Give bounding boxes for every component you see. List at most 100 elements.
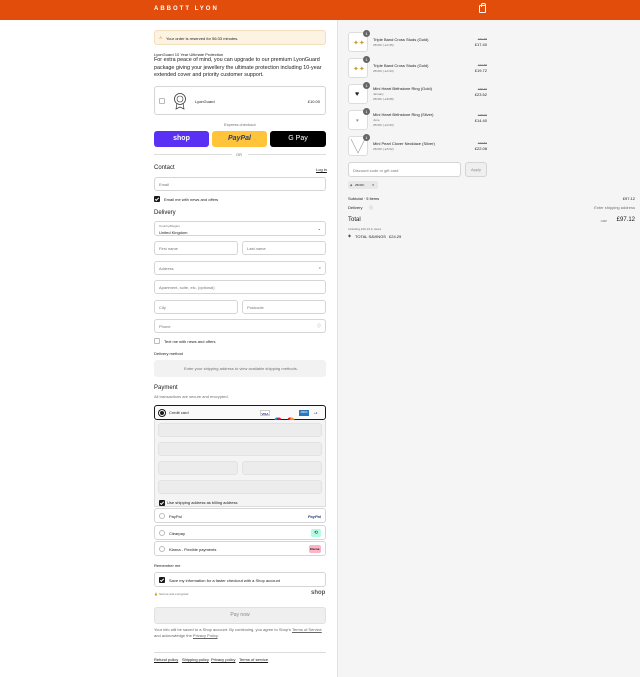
item-price: £19.72 bbox=[474, 68, 487, 73]
discount-tag-code: 25OFF bbox=[355, 183, 365, 187]
card-expiry-field[interactable] bbox=[158, 442, 322, 456]
remove-tag-icon[interactable]: × bbox=[372, 182, 374, 187]
paypal-option[interactable]: PayPal PayPal bbox=[154, 508, 326, 523]
last-name-field[interactable]: Last name bbox=[242, 241, 326, 255]
email-field[interactable]: Email bbox=[154, 177, 326, 191]
warning-icon: ⚠ bbox=[159, 35, 163, 40]
express-checkout-label: Express checkout bbox=[224, 122, 256, 127]
item-original-price: £27.60 bbox=[477, 141, 487, 145]
upsell-body: For extra peace of mind, you can upgrade… bbox=[154, 57, 322, 78]
city-field[interactable]: City bbox=[154, 300, 238, 314]
product-thumbnail: 1 bbox=[348, 134, 370, 156]
remember-box: Save my information for a faster checkou… bbox=[154, 572, 326, 587]
brand-logo[interactable]: ABBOTT LYON bbox=[154, 6, 219, 12]
product-thumbnail: ✦✦ 1 bbox=[348, 30, 370, 52]
item-price: £14.40 bbox=[474, 118, 487, 123]
pay-now-button[interactable]: Pay now bbox=[154, 607, 326, 624]
card-number-field[interactable] bbox=[158, 423, 322, 437]
order-summary: ✦✦ 1 Triple Band Cross Studs (Gold) 25OFF… bbox=[337, 20, 640, 677]
apartment-field[interactable]: Apartment, suite, etc. (optional) bbox=[154, 280, 326, 294]
total-savings-label: TOTAL SAVINGS bbox=[355, 234, 386, 239]
clearpay-option[interactable]: Clearpay ⟲ bbox=[154, 525, 326, 540]
google-pay-button[interactable]: G Pay bbox=[270, 131, 326, 147]
terms-of-service-footer-link[interactable]: Terms of service bbox=[239, 657, 268, 662]
klarna-logo-icon: Klarna. bbox=[309, 545, 321, 553]
remember-checkbox[interactable] bbox=[159, 577, 165, 583]
maestro-icon bbox=[273, 410, 283, 423]
item-price: £22.08 bbox=[474, 146, 487, 151]
clearpay-radio[interactable] bbox=[159, 530, 165, 536]
amex-icon: AMEX bbox=[299, 410, 309, 416]
billing-checkbox[interactable] bbox=[159, 500, 165, 506]
klarna-option[interactable]: Klarna - Flexible payments Klarna. bbox=[154, 541, 326, 556]
item-name: Mini Pearl Clover Necklace (Silver) bbox=[373, 141, 435, 146]
card-extra-field[interactable] bbox=[158, 480, 322, 494]
apply-discount-button[interactable]: Apply bbox=[465, 162, 487, 177]
item-name: Mini Heart Birthstone Ring (Silver) bbox=[373, 112, 434, 117]
clearpay-option-label: Clearpay bbox=[169, 531, 186, 536]
shop-logo: shop bbox=[311, 590, 326, 596]
email-news-checkbox[interactable] bbox=[154, 196, 160, 202]
phone-field[interactable]: Phone ⓘ bbox=[154, 319, 326, 333]
delivery-method-info: Enter your shipping address to view avai… bbox=[184, 366, 298, 371]
postcode-field[interactable]: Postcode bbox=[242, 300, 326, 314]
login-link[interactable]: Log in bbox=[316, 167, 327, 172]
text-news-checkbox[interactable] bbox=[154, 338, 160, 344]
product-thumbnail: ♥ 1 bbox=[348, 82, 370, 104]
postcode-placeholder: Postcode bbox=[247, 305, 264, 310]
more-cards-label: +4 bbox=[314, 411, 318, 415]
visa-icon: VISA bbox=[260, 410, 270, 416]
upsell-card[interactable]: LyonGuard £10.00 bbox=[154, 86, 326, 115]
delivery-heading: Delivery bbox=[154, 210, 176, 216]
item-original-price: £29.40 bbox=[477, 87, 487, 91]
line-item: ✦✦ 1 Triple Band Cross Studs (Gold) 25OFF… bbox=[348, 30, 487, 54]
upsell-checkbox[interactable] bbox=[159, 98, 165, 104]
line-item: ♥ 1 Mini Heart Birthstone Ring (Gold) Jan… bbox=[348, 82, 487, 106]
address-placeholder: Address bbox=[159, 266, 174, 271]
refund-policy-link[interactable]: Refund policy bbox=[154, 657, 178, 662]
item-original-price: £24.65 bbox=[477, 63, 487, 67]
terms-of-service-link[interactable]: Terms of Service bbox=[292, 627, 322, 632]
shipping-policy-link[interactable]: Shipping policy bbox=[182, 657, 209, 662]
terms-text-a: Your info will be saved to a Shop accoun… bbox=[154, 627, 292, 632]
item-variant: June bbox=[373, 118, 380, 122]
item-discount: 25OFF (-£5.52) bbox=[373, 147, 394, 151]
credit-card-option[interactable]: Credit card VISA AMEX +4 bbox=[154, 405, 326, 423]
country-select[interactable]: Country/Region United Kingdom ⌄ bbox=[154, 221, 326, 236]
card-name-field[interactable] bbox=[242, 461, 322, 475]
discount-code-input[interactable]: Discount code or gift card bbox=[348, 162, 461, 177]
divider bbox=[154, 154, 232, 155]
delivery-label: Delivery bbox=[348, 205, 363, 210]
help-icon[interactable]: ⓘ bbox=[317, 323, 321, 329]
phone-placeholder: Phone bbox=[159, 324, 171, 329]
item-name: Triple Band Cross Studs (Gold) bbox=[373, 63, 429, 68]
credit-card-radio[interactable] bbox=[159, 410, 165, 416]
klarna-radio[interactable] bbox=[159, 546, 165, 552]
paypal-radio[interactable] bbox=[159, 513, 165, 519]
city-placeholder: City bbox=[159, 305, 166, 310]
award-badge-icon bbox=[172, 92, 188, 110]
chevron-down-icon: ⌄ bbox=[317, 226, 321, 231]
shopping-bag-icon[interactable] bbox=[479, 3, 486, 13]
address-field[interactable]: Address ⌕ bbox=[154, 261, 326, 275]
discount-placeholder: Discount code or gift card bbox=[353, 168, 399, 173]
item-name: Triple Band Cross Studs (Gold) bbox=[373, 37, 429, 42]
delivery-value: Enter shipping address bbox=[594, 205, 635, 210]
help-icon[interactable]: ⓘ bbox=[369, 205, 373, 211]
item-price: £23.52 bbox=[474, 92, 487, 97]
privacy-policy-footer-link[interactable]: Privacy policy bbox=[211, 657, 235, 662]
lock-icon: 🔒 bbox=[154, 592, 158, 596]
subtotal-label: Subtotal · 5 items bbox=[348, 196, 380, 201]
billing-label: Use shipping address as billing address bbox=[167, 500, 238, 505]
discount-tag: ◈ 25OFF × bbox=[348, 181, 378, 189]
quantity-badge: 1 bbox=[363, 82, 370, 89]
first-name-field[interactable]: First name bbox=[154, 241, 238, 255]
item-price: £17.40 bbox=[474, 42, 487, 47]
paypal-button[interactable]: PayPal bbox=[212, 131, 267, 147]
shop-pay-button[interactable]: shop bbox=[154, 131, 209, 147]
tax-note: Including £16.19 in taxes bbox=[348, 227, 382, 231]
card-security-field[interactable] bbox=[158, 461, 238, 475]
privacy-policy-link[interactable]: Privacy Policy bbox=[193, 633, 218, 638]
product-thumbnail: ✦✦ 1 bbox=[348, 56, 370, 78]
mastercard-icon bbox=[286, 410, 296, 423]
